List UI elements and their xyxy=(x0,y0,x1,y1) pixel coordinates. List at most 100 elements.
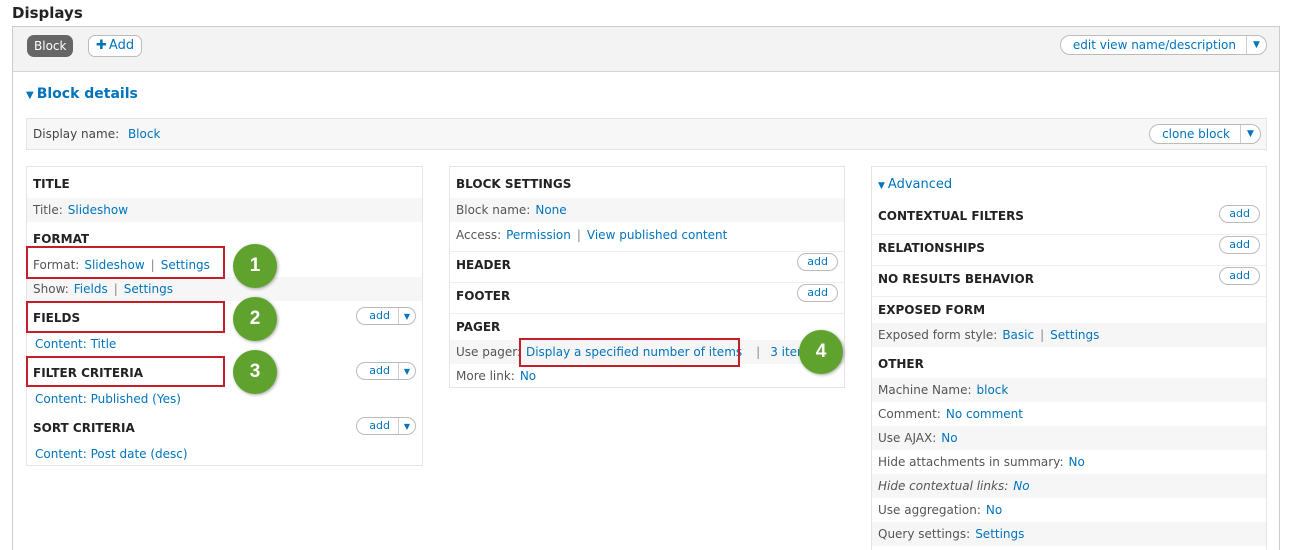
clone-block-dropbutton: clone block ▼ xyxy=(1149,124,1261,144)
access-link[interactable]: Permission xyxy=(506,228,571,242)
show-row: Show: Fields | Settings xyxy=(27,277,422,301)
pager-heading: PAGER xyxy=(450,313,844,339)
exposed-form-row: Exposed form style: Basic | Settings xyxy=(872,323,1266,347)
show-link[interactable]: Fields xyxy=(74,282,108,296)
advanced-label: Advanced xyxy=(887,177,953,192)
filter-add-dropbutton: add ▼ xyxy=(356,362,416,380)
use-pager-label: Use pager: xyxy=(456,345,521,359)
highlight-filter xyxy=(26,356,225,387)
hide-attachments-link[interactable]: No xyxy=(1069,455,1085,469)
comment-label: Comment: xyxy=(878,407,941,421)
exposed-form-heading: EXPOSED FORM xyxy=(872,296,1266,322)
step-badge-2: 2 xyxy=(233,297,277,341)
right-column: ▼ Advanced CONTEXTUAL FILTERS add RELATIO… xyxy=(871,166,1267,550)
more-link-row: More link: No xyxy=(450,364,844,388)
step-badge-3: 3 xyxy=(233,350,277,394)
header-heading: HEADER xyxy=(450,251,844,277)
chevron-down-icon[interactable]: ▼ xyxy=(398,418,415,434)
show-label: Show: xyxy=(33,282,69,296)
chevron-down-icon[interactable]: ▼ xyxy=(398,363,415,379)
comment-row: Comment: No comment xyxy=(872,402,1266,426)
filter-add-button[interactable]: add xyxy=(357,363,398,379)
exposed-form-settings-link[interactable]: Settings xyxy=(1050,328,1099,342)
title-heading: TITLE xyxy=(33,177,70,191)
title-row: Title: Slideshow xyxy=(27,198,422,222)
highlight-pager xyxy=(519,338,740,367)
access-label: Access: xyxy=(456,228,502,242)
fields-row: Content: Title xyxy=(27,332,422,356)
use-aggregation-label: Use aggregation: xyxy=(878,503,981,517)
exposed-form-link[interactable]: Basic xyxy=(1002,328,1034,342)
more-link-label: More link: xyxy=(456,369,515,383)
step-badge-4: 4 xyxy=(799,330,843,374)
comment-link[interactable]: No comment xyxy=(946,407,1023,421)
sort-post-date-link[interactable]: Content: Post date (desc) xyxy=(35,447,188,461)
display-name-link[interactable]: Block xyxy=(128,127,160,141)
no-results-heading: NO RESULTS BEHAVIOR xyxy=(872,265,1266,291)
relationships-heading: RELATIONSHIPS xyxy=(872,234,1266,260)
filter-published-link[interactable]: Content: Published (Yes) xyxy=(35,392,181,406)
use-ajax-row: Use AJAX: No xyxy=(872,426,1266,450)
edit-view-name-button[interactable]: edit view name/description xyxy=(1061,36,1246,54)
clone-block-button[interactable]: clone block xyxy=(1150,125,1240,143)
hide-contextual-row: Hide contextual links: No xyxy=(872,474,1266,498)
title-link[interactable]: Slideshow xyxy=(68,203,128,217)
edit-view-dropbutton: edit view name/description ▼ xyxy=(1059,35,1267,55)
step-badge-1: 1 xyxy=(233,244,277,288)
display-tabs-bar: Block ✚ Add edit view name/description ▼ xyxy=(12,26,1280,72)
sort-row: Content: Post date (desc) xyxy=(27,442,422,466)
display-name-label: Display name: xyxy=(33,127,120,141)
access-row: Access: Permission | View published content xyxy=(456,228,728,242)
access-permission-link[interactable]: View published content xyxy=(587,228,727,242)
block-name-row: Block name: None xyxy=(450,198,844,222)
contextual-filters-heading: CONTEXTUAL FILTERS xyxy=(878,209,1024,223)
footer-heading: FOOTER xyxy=(450,282,844,308)
machine-name-link[interactable]: block xyxy=(977,383,1009,397)
sort-add-dropbutton: add ▼ xyxy=(356,417,416,435)
block-name-link[interactable]: None xyxy=(535,203,566,217)
highlight-format xyxy=(26,246,225,279)
use-aggregation-row: Use aggregation: No xyxy=(872,498,1266,522)
page-title: Displays xyxy=(12,4,83,22)
tab-block[interactable]: Block xyxy=(27,35,74,57)
triangle-down-icon: ▼ xyxy=(26,90,34,101)
show-settings-link[interactable]: Settings xyxy=(124,282,173,296)
triangle-down-icon: ▼ xyxy=(878,181,885,191)
field-content-title-link[interactable]: Content: Title xyxy=(35,337,116,351)
query-settings-row: Query settings: Settings xyxy=(872,522,1266,546)
contextual-add-button[interactable]: add xyxy=(1219,205,1260,223)
filter-row: Content: Published (Yes) xyxy=(27,387,422,411)
hide-contextual-link[interactable]: No xyxy=(1013,479,1029,493)
fields-add-dropbutton: add ▼ xyxy=(356,307,416,325)
hide-attachments-row: Hide attachments in summary: No xyxy=(872,450,1266,474)
footer-add-button[interactable]: add xyxy=(797,284,838,302)
machine-name-label: Machine Name: xyxy=(878,383,972,397)
chevron-down-icon[interactable]: ▼ xyxy=(1240,125,1260,143)
query-settings-label: Query settings: xyxy=(878,527,971,541)
exposed-form-label: Exposed form style: xyxy=(878,328,998,342)
no-results-add-button[interactable]: add xyxy=(1219,267,1260,285)
relationships-add-button[interactable]: add xyxy=(1219,236,1260,254)
use-ajax-label: Use AJAX: xyxy=(878,431,937,445)
highlight-fields xyxy=(26,301,225,333)
display-name-bar: Display name: Block clone block ▼ xyxy=(26,118,1267,150)
machine-name-row: Machine Name: block xyxy=(872,378,1266,402)
fields-add-button[interactable]: add xyxy=(357,308,398,324)
add-display-button[interactable]: ✚ Add xyxy=(88,35,143,57)
block-details-label: Block details xyxy=(36,86,138,102)
block-settings-heading: BLOCK SETTINGS xyxy=(456,177,572,191)
use-aggregation-link[interactable]: No xyxy=(986,503,1002,517)
add-display-label: Add xyxy=(108,38,135,53)
more-link-link[interactable]: No xyxy=(520,369,536,383)
query-settings-link[interactable]: Settings xyxy=(975,527,1024,541)
advanced-toggle[interactable]: ▼ Advanced xyxy=(878,177,952,192)
other-heading: OTHER xyxy=(878,357,924,371)
chevron-down-icon[interactable]: ▼ xyxy=(1246,36,1266,54)
block-name-label: Block name: xyxy=(456,203,531,217)
chevron-down-icon[interactable]: ▼ xyxy=(398,308,415,324)
plus-icon: ✚ xyxy=(96,38,107,53)
sort-add-button[interactable]: add xyxy=(357,418,398,434)
block-details-toggle[interactable]: ▼ Block details xyxy=(26,86,138,102)
header-add-button[interactable]: add xyxy=(797,253,838,271)
use-ajax-link[interactable]: No xyxy=(941,431,957,445)
